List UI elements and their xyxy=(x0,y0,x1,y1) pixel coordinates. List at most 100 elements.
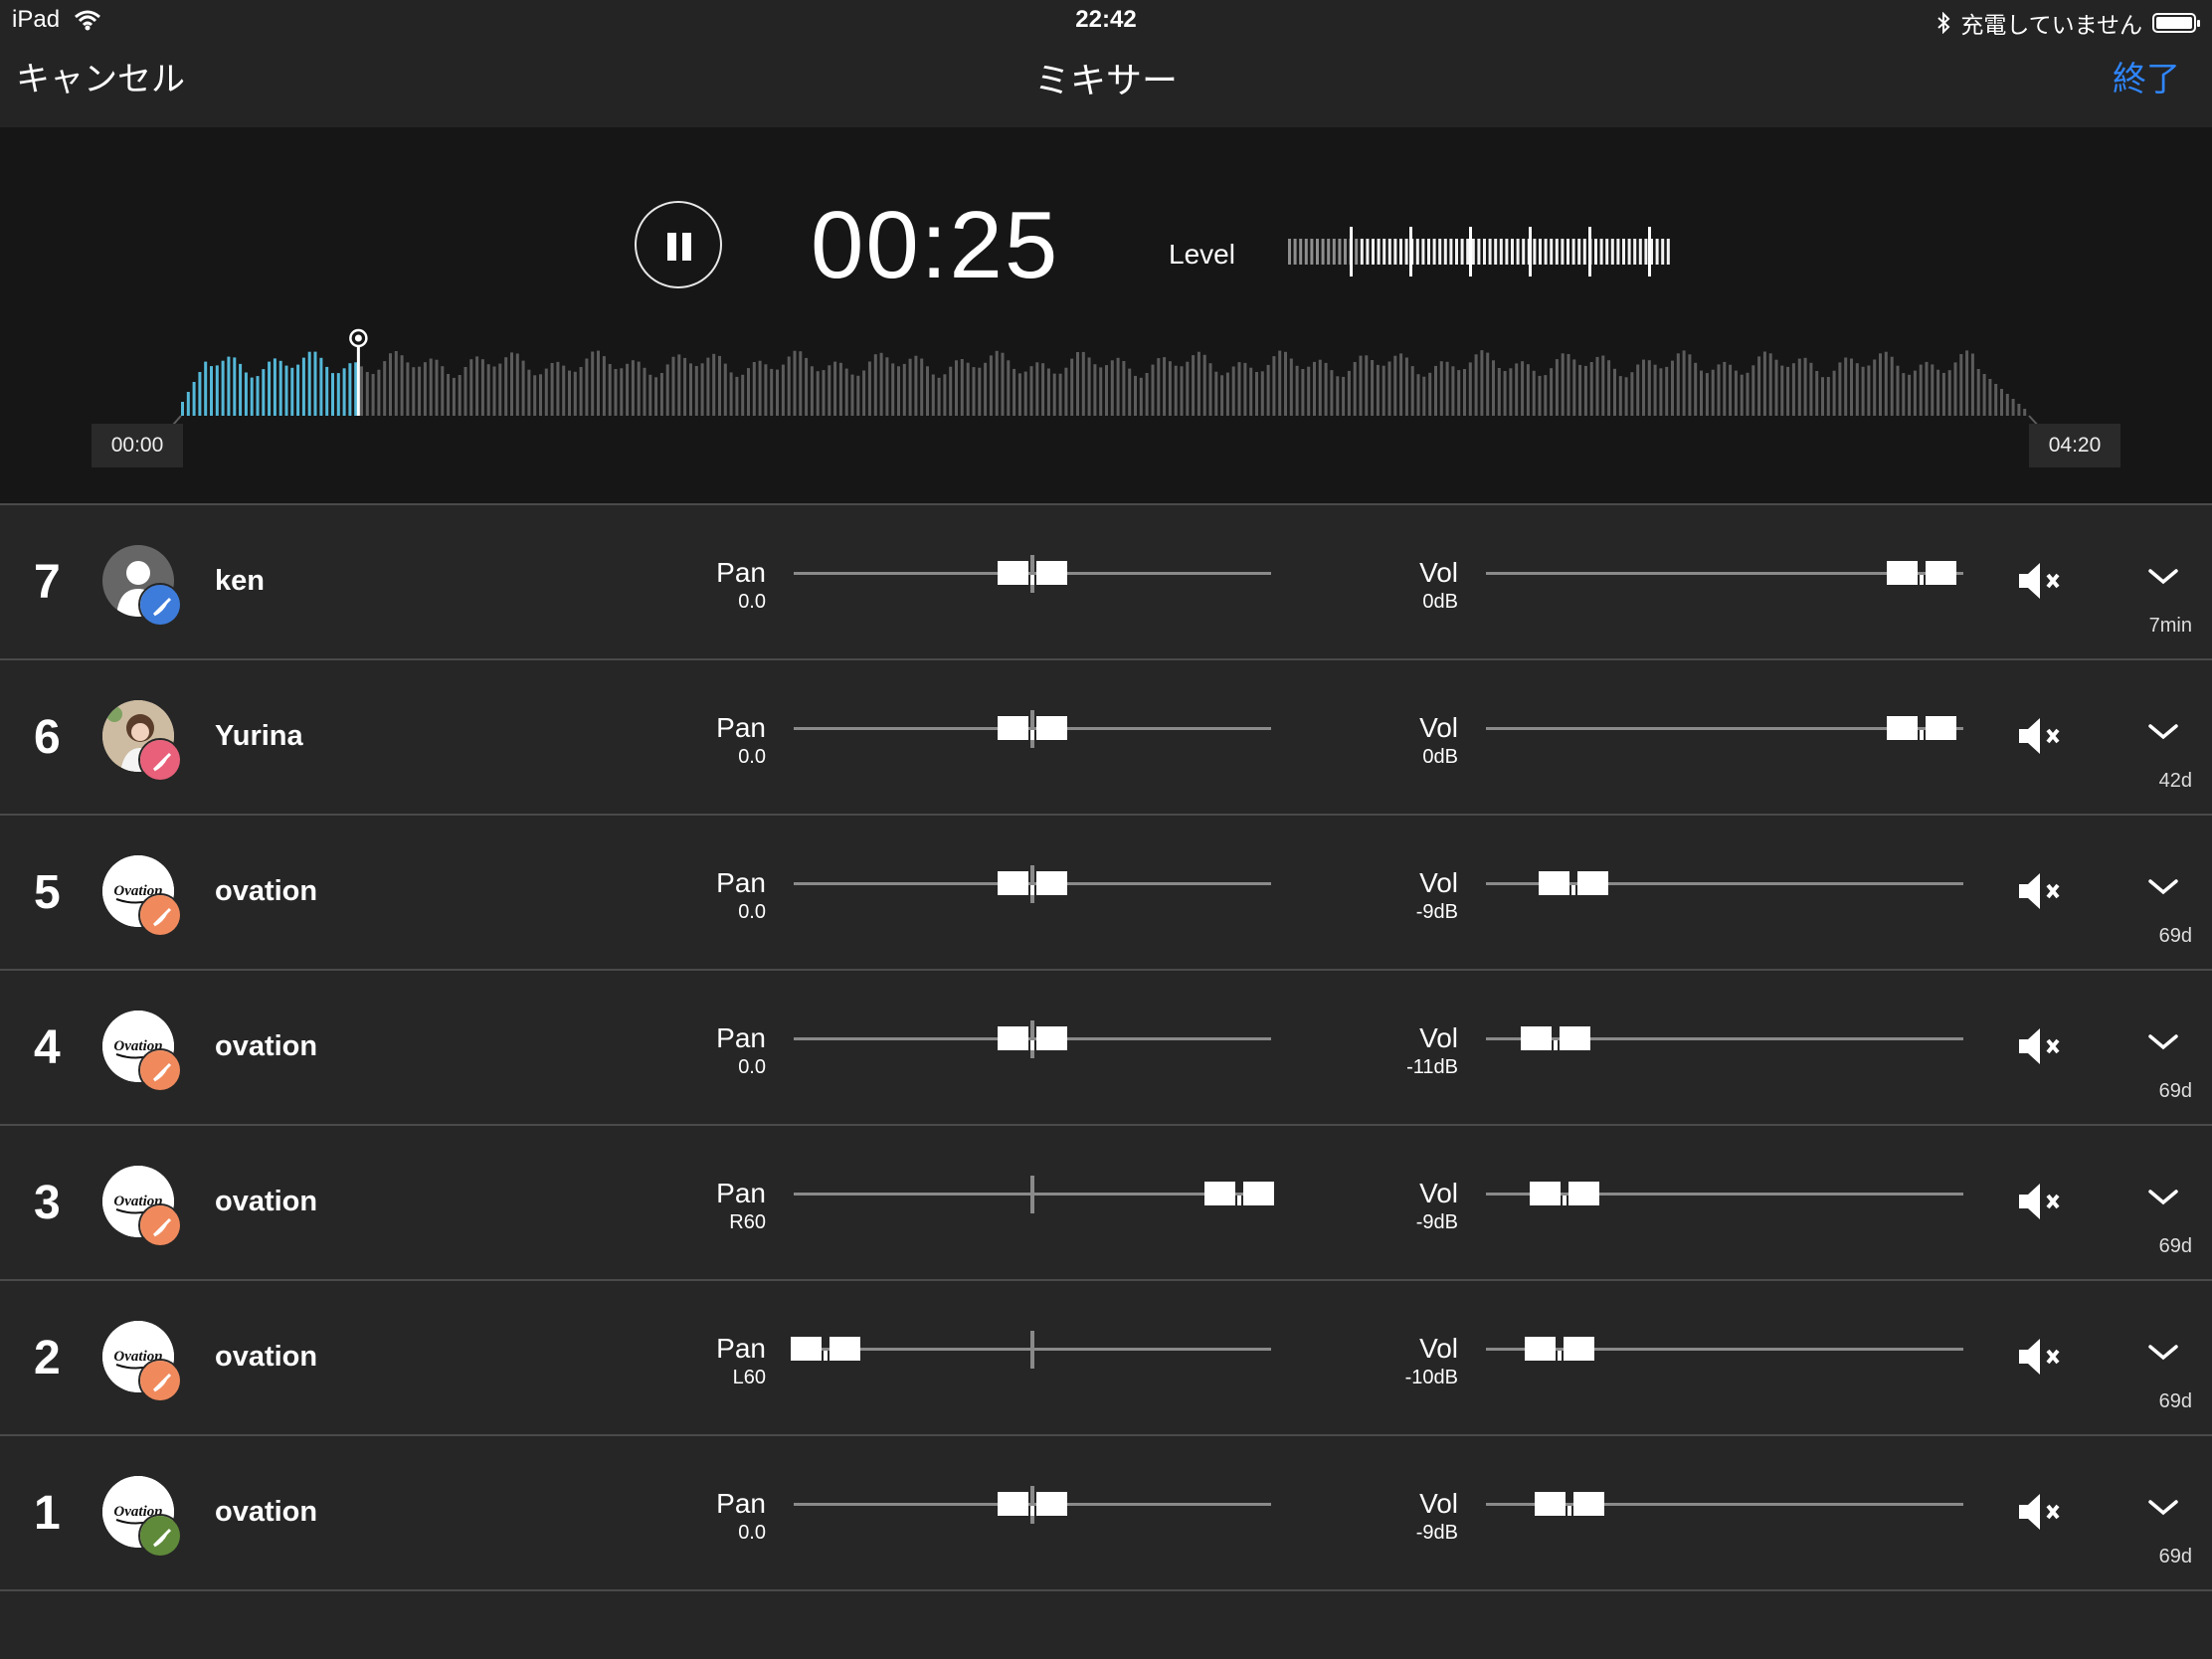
volume-slider[interactable] xyxy=(1486,553,1963,593)
chevron-down-icon[interactable] xyxy=(2146,1186,2180,1209)
speaker-mute-icon[interactable] xyxy=(2017,714,2069,758)
speaker-mute-icon[interactable] xyxy=(2017,1490,2069,1534)
waveform-bar xyxy=(1867,365,1871,416)
waveform-bar xyxy=(1694,362,1698,416)
volume-slider-thumb[interactable] xyxy=(1525,1337,1595,1361)
speaker-mute-icon[interactable] xyxy=(2017,869,2069,913)
pause-button[interactable] xyxy=(635,201,722,288)
chevron-down-icon[interactable] xyxy=(2146,875,2180,899)
waveform-bar xyxy=(1665,366,1669,416)
waveform-bar xyxy=(1659,368,1663,416)
waveform-bar xyxy=(301,357,305,416)
track-number: 3 xyxy=(34,1177,61,1229)
waveform-bar xyxy=(1001,352,1005,416)
pan-slider[interactable] xyxy=(791,1329,1271,1369)
waveform-bar xyxy=(1809,362,1813,416)
track-avatar xyxy=(102,545,182,627)
waveform-bar xyxy=(1902,373,1906,416)
pan-slider[interactable] xyxy=(794,863,1271,903)
level-segment xyxy=(1488,239,1492,265)
volume-slider[interactable] xyxy=(1486,1174,1963,1213)
pan-slider[interactable] xyxy=(794,708,1271,748)
pan-slider-thumb[interactable] xyxy=(998,1492,1067,1516)
waveform-bar xyxy=(389,353,392,416)
level-segment xyxy=(1304,239,1308,265)
waveform-scrubber[interactable] xyxy=(0,316,2212,446)
waveform-bar xyxy=(486,364,490,416)
waveform-bar xyxy=(1941,372,1945,416)
waveform-bar xyxy=(1555,359,1559,416)
waveform-bar xyxy=(1070,358,1074,416)
level-segment xyxy=(1638,239,1642,265)
level-marker xyxy=(1529,227,1532,276)
waveform-bar xyxy=(268,361,272,416)
pan-slider[interactable] xyxy=(794,1018,1271,1058)
level-segment xyxy=(1499,239,1503,265)
volume-slider[interactable] xyxy=(1486,1329,1963,1369)
volume-slider-thumb[interactable] xyxy=(1534,1492,1604,1516)
pan-slider-thumb[interactable] xyxy=(998,716,1067,740)
pan-slider-thumb[interactable] xyxy=(791,1337,860,1361)
pan-slider-thumb[interactable] xyxy=(998,1026,1067,1050)
speaker-mute-icon[interactable] xyxy=(2017,559,2069,603)
waveform-bar xyxy=(1826,377,1830,416)
level-segment xyxy=(1455,239,1458,265)
chevron-down-icon[interactable] xyxy=(2146,720,2180,744)
chevron-down-icon[interactable] xyxy=(2146,1341,2180,1365)
volume-slider-thumb[interactable] xyxy=(1530,1182,1599,1205)
speaker-mute-icon[interactable] xyxy=(2017,1024,2069,1068)
pan-slider-thumb[interactable] xyxy=(998,561,1067,585)
volume-slider[interactable] xyxy=(1486,1018,1963,1058)
waveform-bar xyxy=(1301,369,1305,416)
track-number: 7 xyxy=(34,556,61,609)
level-segment xyxy=(1466,239,1470,265)
last-updated: 69d xyxy=(2158,925,2192,947)
level-segment xyxy=(1661,239,1665,265)
waveform-bar xyxy=(273,358,276,416)
pan-slider[interactable] xyxy=(794,553,1271,593)
chevron-down-icon[interactable] xyxy=(2146,1496,2180,1520)
pan-slider[interactable] xyxy=(794,1484,1271,1524)
volume-slider-thumb[interactable] xyxy=(1520,1026,1590,1050)
level-segment xyxy=(1627,239,1631,265)
pan-value: L60 xyxy=(732,1367,766,1388)
level-segment xyxy=(1344,239,1347,265)
waveform-bar xyxy=(515,353,519,416)
volume-slider[interactable] xyxy=(1486,1484,1963,1524)
waveform-bar xyxy=(1624,377,1628,416)
pan-value: 0.0 xyxy=(738,1056,766,1078)
waveform-bar xyxy=(1237,362,1241,416)
volume-slider-thumb[interactable] xyxy=(1886,716,1956,740)
done-button[interactable]: 終了 xyxy=(2113,52,2180,100)
waveform-bar xyxy=(659,373,663,416)
level-segment xyxy=(1522,239,1526,265)
waveform-bar xyxy=(1768,353,1772,416)
waveform-bar xyxy=(1705,373,1709,416)
level-segment xyxy=(1605,239,1609,265)
speaker-mute-icon[interactable] xyxy=(2017,1335,2069,1379)
volume-slider-thumb[interactable] xyxy=(1539,871,1609,895)
waveform-bar xyxy=(250,377,254,416)
waveform-bar xyxy=(1387,361,1391,416)
waveform-bar xyxy=(1035,362,1039,416)
waveform-bar xyxy=(1908,374,1912,416)
level-segment xyxy=(1415,239,1419,265)
volume-slider[interactable] xyxy=(1486,708,1963,748)
waveform-bar xyxy=(1393,355,1397,416)
speaker-mute-icon[interactable] xyxy=(2017,1180,2069,1223)
volume-slider-thumb[interactable] xyxy=(1886,561,1956,585)
waveform-bar xyxy=(1451,366,1455,416)
volume-slider[interactable] xyxy=(1486,863,1963,903)
pan-slider-thumb[interactable] xyxy=(998,871,1067,895)
chevron-down-icon[interactable] xyxy=(2146,565,2180,589)
pan-slider-thumb[interactable] xyxy=(1204,1182,1274,1205)
waveform-bar xyxy=(1260,371,1264,416)
waveform-bar xyxy=(729,372,733,416)
chevron-down-icon[interactable] xyxy=(2146,1030,2180,1054)
waveform-bar xyxy=(614,369,618,416)
waveform-bar xyxy=(1064,367,1068,416)
pan-slider[interactable] xyxy=(794,1174,1274,1213)
pan-value: 0.0 xyxy=(738,746,766,768)
level-segment xyxy=(1293,239,1297,265)
waveform-bar xyxy=(1583,365,1587,416)
